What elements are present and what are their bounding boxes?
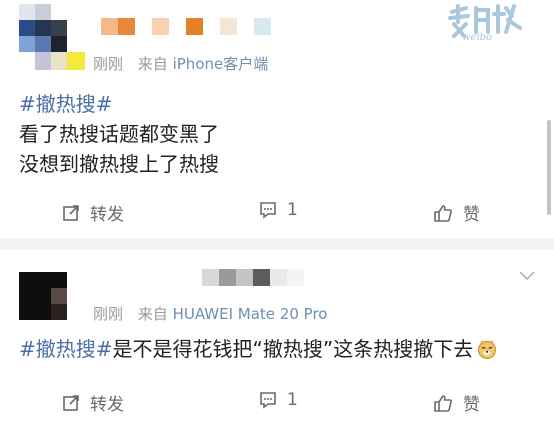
post-text: #撤热搜# 看了热搜话题都变黑了 没想到撤热搜上了热搜 xyxy=(19,89,219,179)
post-card: 刚刚 来自 HUAWEI Mate 20 Pro #撤热搜#是不是得花钱把“撤热… xyxy=(0,250,554,421)
post-meta: 刚刚 来自 iPhone客户端 xyxy=(93,53,268,74)
post-line: 看了热搜话题都变黑了 xyxy=(19,122,219,146)
source-device[interactable]: iPhone客户端 xyxy=(173,55,269,73)
repost-button[interactable]: 转发 xyxy=(62,200,124,225)
post-divider xyxy=(0,238,554,250)
like-label: 赞 xyxy=(463,205,480,225)
avatar-badge xyxy=(35,52,85,70)
comment-button[interactable]: 1 xyxy=(259,390,298,410)
repost-icon xyxy=(63,204,79,221)
comment-icon xyxy=(260,202,276,219)
avatar[interactable] xyxy=(19,272,67,320)
repost-icon xyxy=(63,394,79,411)
like-button[interactable]: 赞 xyxy=(433,200,480,225)
post-time: 刚刚 xyxy=(93,55,124,73)
like-button[interactable]: 赞 xyxy=(433,390,480,415)
post-line: 是不是得花钱把“撤热搜”这条热搜撤下去 xyxy=(112,337,474,361)
source-prefix: 来自 xyxy=(137,55,168,73)
post-meta: 刚刚 来自 HUAWEI Mate 20 Pro xyxy=(93,303,327,324)
like-label: 赞 xyxy=(463,395,480,415)
post-card: 刚刚 来自 iPhone客户端 weibo #撤热搜# 看了热搜话题都变黑了 没… xyxy=(0,0,554,238)
post-text: #撤热搜#是不是得花钱把“撤热搜”这条热搜撤下去 xyxy=(19,334,544,364)
thumbs-up-icon xyxy=(434,204,452,222)
chevron-down-icon[interactable] xyxy=(518,270,536,282)
comment-count: 1 xyxy=(287,200,298,220)
username-mosaic[interactable] xyxy=(101,18,271,35)
scrollbar[interactable] xyxy=(547,120,551,215)
hashtag-link[interactable]: #撤热搜# xyxy=(19,337,113,361)
thumbs-up-icon xyxy=(434,394,452,412)
brand-logo: weibo xyxy=(448,4,522,42)
username-mosaic[interactable] xyxy=(202,269,304,286)
repost-label: 转发 xyxy=(90,205,124,225)
source-device[interactable]: HUAWEI Mate 20 Pro xyxy=(173,305,328,323)
comment-icon xyxy=(260,392,276,409)
brand-logo-text: weibo xyxy=(462,32,492,42)
post-time: 刚刚 xyxy=(93,305,124,323)
doge-emoji-icon xyxy=(478,340,497,359)
source-prefix: 来自 xyxy=(137,305,168,323)
repost-button[interactable]: 转发 xyxy=(62,390,124,415)
avatar[interactable] xyxy=(19,4,67,52)
hashtag-link[interactable]: #撤热搜# xyxy=(19,92,113,116)
action-bar: 转发 1 赞 xyxy=(0,380,554,420)
post-line: 没想到撤热搜上了热搜 xyxy=(19,152,219,176)
action-bar: 转发 1 赞 xyxy=(0,190,554,230)
comment-count: 1 xyxy=(287,390,298,410)
comment-button[interactable]: 1 xyxy=(259,200,298,220)
repost-label: 转发 xyxy=(90,395,124,415)
